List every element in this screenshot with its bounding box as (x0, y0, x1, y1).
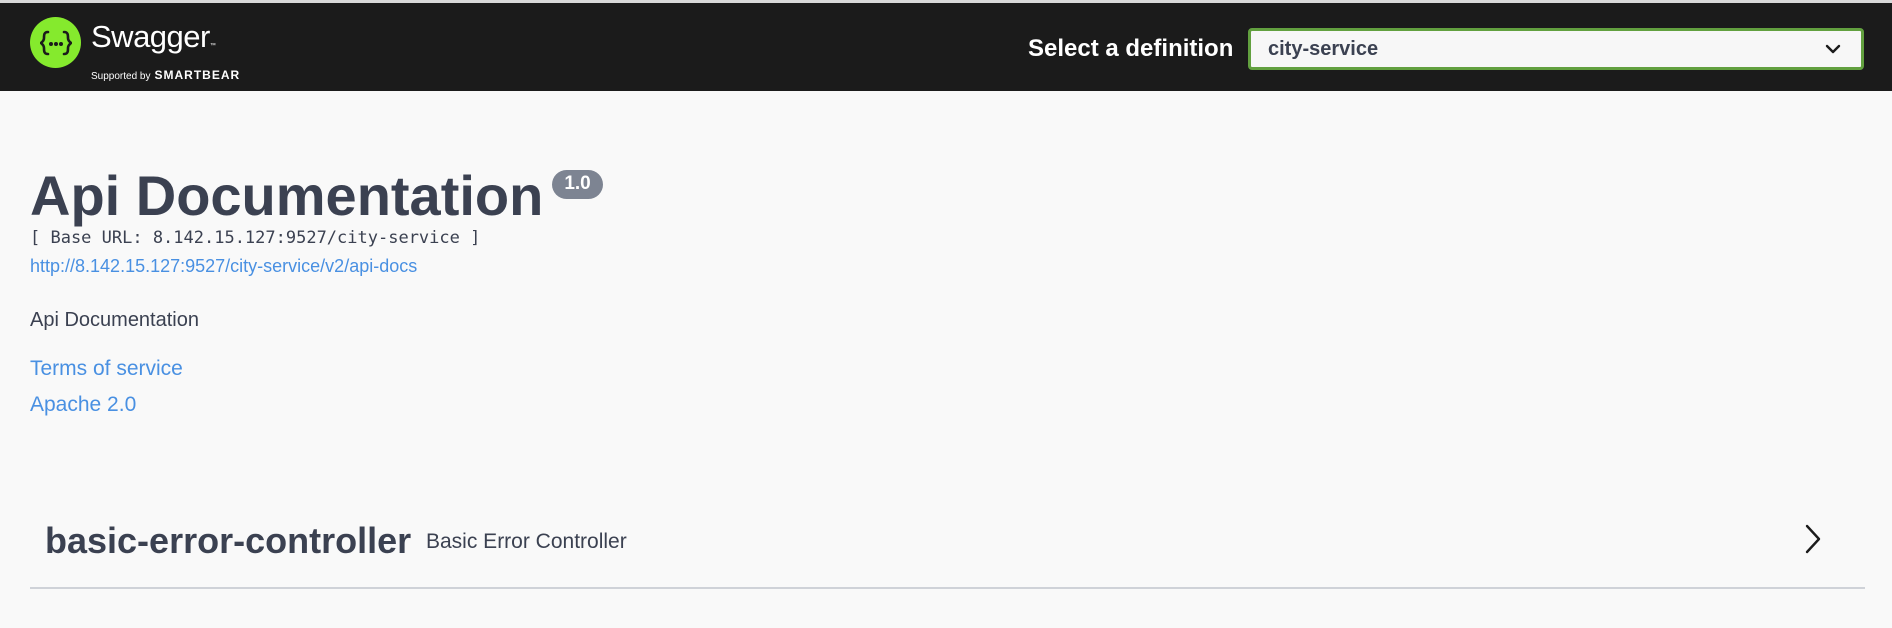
select-definition-label: Select a definition (1028, 35, 1234, 62)
terms-of-service-link[interactable]: Terms of service (30, 357, 183, 381)
logo-subtitle: Supported by SMARTBEAR (91, 68, 240, 82)
tag-description: Basic Error Controller (426, 530, 627, 553)
page-title: Api Documentation (30, 164, 544, 227)
swagger-braces-icon (30, 17, 81, 68)
definition-select-value: city-service (1268, 37, 1379, 60)
definition-select[interactable]: city-service (1248, 28, 1864, 70)
chevron-right-icon[interactable] (1801, 522, 1825, 561)
info-title-row: Api Documentation 1.0 (30, 164, 603, 228)
license-link[interactable]: Apache 2.0 (30, 393, 136, 417)
chevron-down-icon (1823, 41, 1843, 62)
tag-section-basic-error-controller[interactable]: basic-error-controller Basic Error Contr… (30, 514, 1865, 589)
swagger-logo[interactable]: Swagger™ Supported by SMARTBEAR (30, 17, 240, 82)
api-docs-link[interactable]: http://8.142.15.127:9527/city-service/v2… (30, 256, 417, 277)
logo-supported-by: Supported by (91, 71, 151, 82)
logo-text: Swagger™ Supported by SMARTBEAR (91, 17, 240, 83)
version-badge: 1.0 (552, 170, 603, 199)
logo-smartbear: SMARTBEAR (154, 68, 241, 82)
tag-name: basic-error-controller (45, 520, 412, 561)
topbar: Swagger™ Supported by SMARTBEAR Select a… (0, 0, 1892, 91)
base-url: [ Base URL: 8.142.15.127:9527/city-servi… (30, 228, 481, 248)
info-description: Api Documentation (30, 309, 199, 331)
logo-trademark: ™ (209, 43, 216, 49)
logo-name: Swagger™ (91, 19, 216, 54)
